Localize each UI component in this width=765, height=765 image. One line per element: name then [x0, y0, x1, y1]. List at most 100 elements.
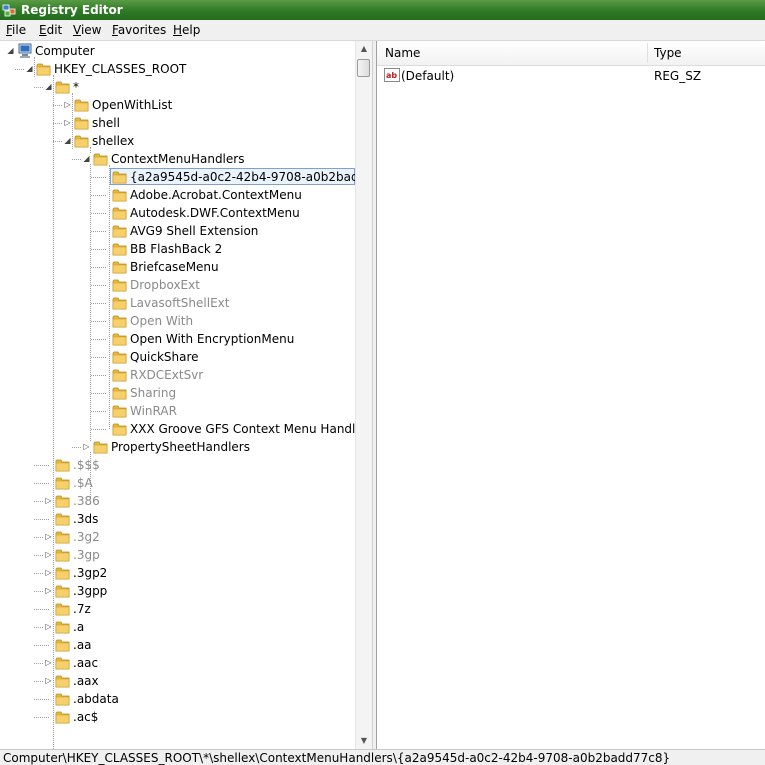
tree-node[interactable]: {a2a9545d-a0c2-42b4-9708-a0b2badd77c8}: [0, 168, 355, 186]
folder-icon: [112, 277, 128, 293]
tree-node[interactable]: .aa: [0, 636, 355, 654]
menu-favorites[interactable]: Favorites: [112, 23, 166, 37]
expanded-arrow-icon[interactable]: ◢: [25, 64, 34, 73]
folder-icon: [74, 133, 90, 149]
collapsed-arrow-icon[interactable]: ▷: [44, 568, 53, 577]
tree-node[interactable]: .ac$: [0, 708, 355, 726]
tree-node[interactable]: ▷ OpenWithList: [0, 96, 355, 114]
tree-node[interactable]: ◢ Computer: [0, 42, 355, 60]
menu-file[interactable]: File: [6, 23, 26, 37]
tree-node[interactable]: BriefcaseMenu: [0, 258, 355, 276]
tree-node[interactable]: Open With EncryptionMenu: [0, 330, 355, 348]
tree-node[interactable]: DropboxExt: [0, 276, 355, 294]
tree-node[interactable]: Sharing: [0, 384, 355, 402]
collapsed-arrow-icon[interactable]: ▷: [44, 676, 53, 685]
values-list-pane[interactable]: Name Type ab (Default) REG_SZ: [377, 41, 765, 749]
tree-vertical-scrollbar[interactable]: ▲ ▼: [355, 41, 372, 749]
folder-icon: [74, 97, 90, 113]
tree-node-label: .3gpp: [73, 584, 108, 598]
tree-connector: [91, 375, 106, 376]
tree-node[interactable]: ▷ shell: [0, 114, 355, 132]
tree-node[interactable]: ▷ .386: [0, 492, 355, 510]
tree-node[interactable]: .$A: [0, 474, 355, 492]
folder-icon: [112, 241, 128, 257]
collapsed-arrow-icon[interactable]: ▷: [44, 622, 53, 631]
folder-icon: [55, 529, 71, 545]
tree-node[interactable]: .abdata: [0, 690, 355, 708]
collapsed-arrow-icon[interactable]: ▷: [44, 550, 53, 559]
menu-view[interactable]: View: [73, 23, 101, 37]
folder-icon: [36, 61, 52, 77]
column-separator[interactable]: [647, 43, 648, 63]
tree-node[interactable]: ▷ .aax: [0, 672, 355, 690]
tree-node-label: *: [73, 80, 79, 94]
scroll-up-arrow-icon[interactable]: ▲: [358, 42, 370, 56]
folder-icon: [55, 79, 71, 95]
collapsed-arrow-icon[interactable]: ▷: [44, 586, 53, 595]
tree-node[interactable]: AVG9 Shell Extension: [0, 222, 355, 240]
tree-connector: [91, 195, 106, 196]
tree-node[interactable]: ▷ .3g2: [0, 528, 355, 546]
tree-node-label: .ac$: [73, 710, 99, 724]
folder-icon: [55, 457, 71, 473]
tree-node[interactable]: XXX Groove GFS Context Menu Handler XXX: [0, 420, 355, 438]
tree-node[interactable]: ◢ HKEY_CLASSES_ROOT: [0, 60, 355, 78]
tree-node[interactable]: ▷ .aac: [0, 654, 355, 672]
expanded-arrow-icon[interactable]: ◢: [44, 82, 53, 91]
tree-node[interactable]: .7z: [0, 600, 355, 618]
collapsed-arrow-icon[interactable]: ▷: [44, 496, 53, 505]
tree-node[interactable]: BB FlashBack 2: [0, 240, 355, 258]
tree-node[interactable]: ▷ .3gp2: [0, 564, 355, 582]
registry-app-icon: [2, 4, 16, 17]
tree-node-label: shell: [92, 116, 120, 130]
folder-icon: [74, 115, 90, 131]
tree-node[interactable]: Adobe.Acrobat.ContextMenu: [0, 186, 355, 204]
key-tree-pane[interactable]: ◢ Computer ◢ HKEY_CLASSES_ROOT ◢ * ▷ OpenWit…: [0, 41, 372, 749]
tree-node[interactable]: ▷ PropertySheetHandlers: [0, 438, 355, 456]
computer-icon: [17, 43, 33, 59]
collapsed-arrow-icon[interactable]: ▷: [82, 442, 91, 451]
tree-node[interactable]: ◢ *: [0, 78, 355, 96]
tree-node[interactable]: ◢ shellex: [0, 132, 355, 150]
menu-help[interactable]: Help: [173, 23, 200, 37]
tree-node[interactable]: Autodesk.DWF.ContextMenu: [0, 204, 355, 222]
collapsed-arrow-icon[interactable]: ▷: [44, 658, 53, 667]
value-row-default[interactable]: ab (Default) REG_SZ: [377, 67, 765, 85]
folder-icon: [55, 547, 71, 563]
expanded-arrow-icon[interactable]: ◢: [63, 136, 72, 145]
tree-node[interactable]: .$$$: [0, 456, 355, 474]
title-bar: Registry Editor: [0, 0, 765, 20]
key-tree[interactable]: ◢ Computer ◢ HKEY_CLASSES_ROOT ◢ * ▷ OpenWit…: [0, 41, 355, 749]
tree-node-label: .aac: [73, 656, 99, 670]
tree-node[interactable]: ◢ ContextMenuHandlers: [0, 150, 355, 168]
tree-node[interactable]: RXDCExtSvr: [0, 366, 355, 384]
collapsed-arrow-icon[interactable]: ▷: [63, 118, 72, 127]
menu-edit[interactable]: Edit: [39, 23, 62, 37]
tree-node-label: .7z: [73, 602, 91, 616]
tree-node[interactable]: WinRAR: [0, 402, 355, 420]
tree-connector: [34, 717, 49, 718]
tree-connector: [91, 267, 106, 268]
collapsed-arrow-icon[interactable]: ▷: [63, 100, 72, 109]
folder-icon: [55, 565, 71, 581]
tree-node[interactable]: LavasoftShellExt: [0, 294, 355, 312]
scroll-down-arrow-icon[interactable]: ▼: [358, 734, 370, 748]
tree-node-label: .$$$: [73, 458, 100, 472]
tree-node[interactable]: ▷ .a: [0, 618, 355, 636]
string-value-icon: ab: [384, 68, 400, 82]
tree-connector: [91, 429, 106, 430]
tree-node[interactable]: .3ds: [0, 510, 355, 528]
tree-node[interactable]: Open With: [0, 312, 355, 330]
collapsed-arrow-icon[interactable]: ▷: [44, 532, 53, 541]
expanded-arrow-icon[interactable]: ◢: [6, 46, 15, 55]
tree-node-label: AVG9 Shell Extension: [130, 224, 259, 238]
folder-icon: [55, 601, 71, 617]
tree-node-label: shellex: [92, 134, 135, 148]
scroll-thumb[interactable]: [357, 59, 370, 77]
tree-node[interactable]: QuickShare: [0, 348, 355, 366]
expanded-arrow-icon[interactable]: ◢: [82, 154, 91, 163]
column-header-name[interactable]: Name: [385, 46, 420, 60]
tree-node[interactable]: ▷ .3gpp: [0, 582, 355, 600]
tree-node[interactable]: ▷ .3gp: [0, 546, 355, 564]
column-header-type[interactable]: Type: [654, 46, 682, 60]
